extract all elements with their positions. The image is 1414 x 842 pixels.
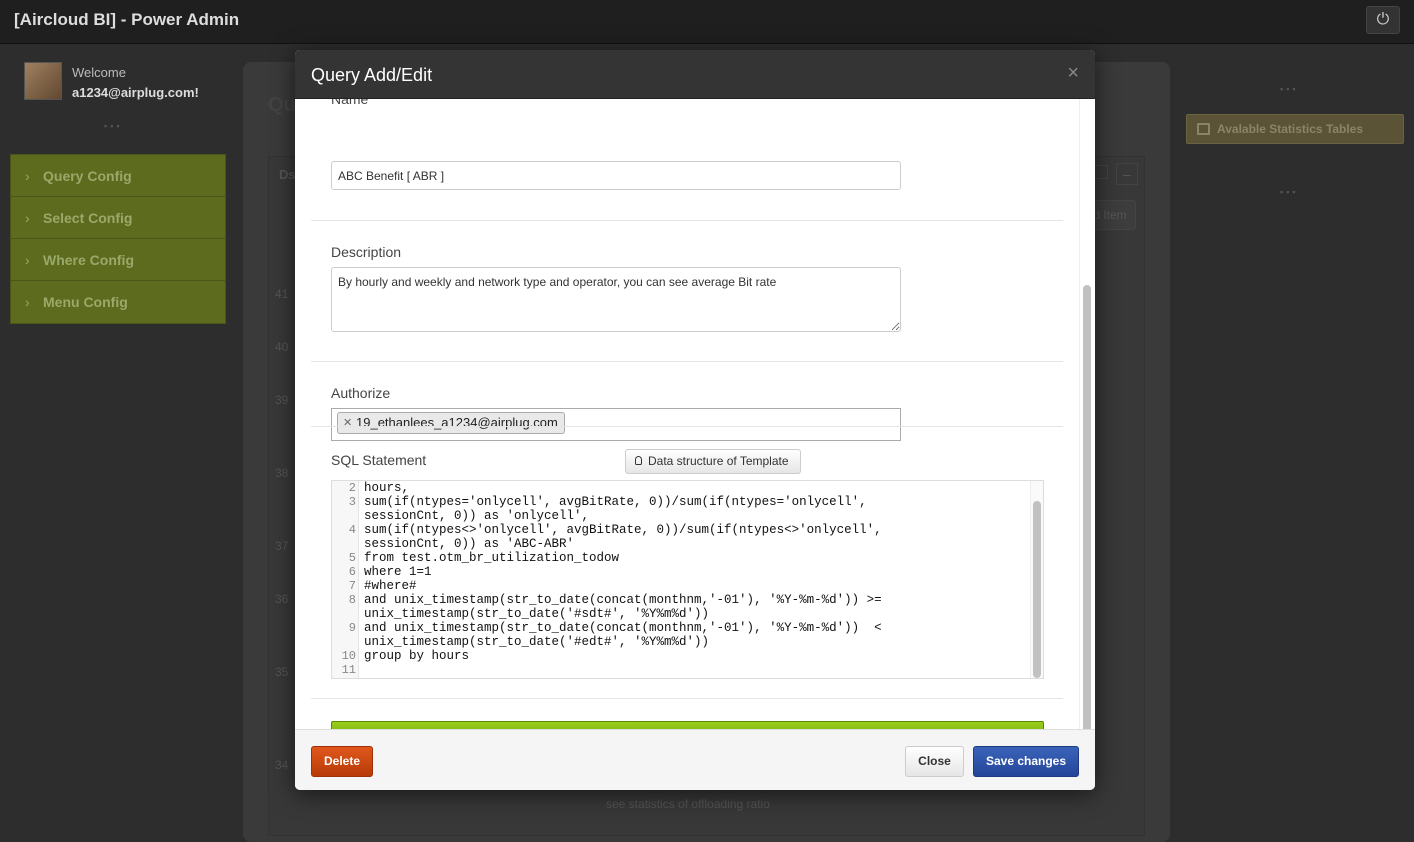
table-icon [1197, 123, 1210, 135]
power-icon: ⏻ [1376, 11, 1390, 28]
modal-footer: Delete Close Save changes [295, 729, 1095, 790]
modal-body: Name Description By hourly and weekly an… [295, 99, 1095, 729]
sidebar-item-menu-config[interactable]: › Menu Config [11, 281, 225, 323]
divider [311, 698, 1063, 699]
divider [311, 426, 1063, 427]
description-textarea[interactable]: By hourly and weekly and network type an… [331, 267, 901, 332]
welcome-text: Welcome [72, 65, 126, 80]
row-description: see statistics of offloading ratio [606, 797, 770, 811]
template-structure-button[interactable]: Data structure of Template [625, 449, 801, 474]
row-number: 37 [275, 539, 289, 553]
page-title: Qu [268, 94, 296, 116]
chevron-right-icon: › [25, 252, 30, 268]
sidebar-item-where-config[interactable]: › Where Config [11, 239, 225, 281]
close-button[interactable]: Close [905, 746, 964, 777]
authorize-tag: ✕ 19_ethanlees_a1234@airplug.com [337, 412, 565, 434]
sidebar-grip: ▪▪▪ [104, 121, 123, 131]
table-header: Ds [279, 167, 296, 182]
authorize-label: Authorize [331, 385, 391, 401]
divider [311, 361, 1063, 362]
row-number: 36 [275, 592, 289, 606]
row-number: 41 [275, 287, 289, 301]
remove-tag-icon[interactable]: ✕ [343, 413, 352, 433]
sql-label: SQL Statement [331, 452, 427, 468]
code-scrollbar-thumb[interactable] [1033, 501, 1041, 678]
avatar [24, 62, 62, 100]
row-number: 34 [275, 758, 289, 772]
chevron-right-icon: › [25, 210, 30, 226]
top-bar: [Aircloud BI] - Power Admin ⏻ [0, 0, 1414, 44]
row-number: 35 [275, 665, 289, 679]
user-email: a1234@airplug.com! [72, 85, 199, 100]
sidebar-item-select-config[interactable]: › Select Config [11, 197, 225, 239]
name-label: Name [331, 99, 369, 107]
modal-title: Query Add/Edit [311, 65, 433, 85]
available-statistics-tables-button[interactable]: Avalable Statistics Tables [1186, 114, 1404, 144]
power-button[interactable]: ⏻ [1366, 6, 1400, 34]
chevron-right-icon: › [25, 168, 30, 184]
chevron-right-icon: › [25, 294, 30, 310]
modal-header: Query Add/Edit × [295, 50, 1095, 99]
sql-editor[interactable]: 2 hours, 3 sum(if(ntypes='onlycell', avgBi… [331, 480, 1044, 679]
save-changes-button[interactable]: Save changes [973, 746, 1079, 777]
name-input[interactable] [331, 161, 901, 190]
sidebar-menu: › Query Config › Select Config › Where Conf… [10, 154, 226, 324]
lightbulb-icon [635, 456, 642, 465]
right-panel-grip: ▪▪▪ [1280, 84, 1299, 94]
row-number: 40 [275, 340, 289, 354]
sidebar-item-query-config[interactable]: › Query Config [11, 155, 225, 197]
expand-icon[interactable] [1094, 165, 1108, 179]
minimize-icon[interactable]: – [1116, 163, 1138, 185]
description-label: Description [331, 244, 402, 260]
right-panel-grip: ▪▪▪ [1280, 187, 1299, 197]
row-number: 39 [275, 393, 289, 407]
row-number: 38 [275, 466, 289, 480]
query-edit-modal: Query Add/Edit × Name Description By hou… [295, 50, 1095, 790]
delete-button[interactable]: Delete [311, 746, 373, 777]
test-connection-button[interactable]: Test Connection [Success] [331, 721, 1044, 729]
authorize-input[interactable]: ✕ 19_ethanlees_a1234@airplug.com [331, 408, 901, 441]
modal-scrollbar-thumb[interactable] [1083, 285, 1091, 729]
close-icon[interactable]: × [1067, 62, 1079, 85]
app-title: [Aircloud BI] - Power Admin [14, 10, 240, 29]
divider [311, 220, 1063, 221]
